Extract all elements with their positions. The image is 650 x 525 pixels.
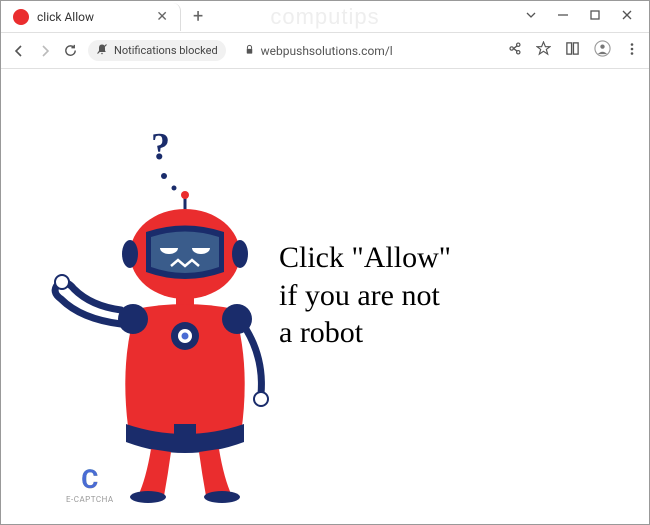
back-button[interactable] [11,43,27,59]
new-tab-button[interactable]: + [181,6,215,27]
page-content: ? [1,69,649,524]
message-line-3: a robot [279,314,451,352]
reload-button[interactable] [63,43,78,58]
question-mark-icon: ? [151,126,170,168]
maximize-button[interactable] [589,9,601,25]
lock-icon [244,44,255,58]
captcha-label: E-CAPTCHA [66,495,114,504]
close-tab-icon[interactable]: ✕ [156,9,168,25]
captcha-badge: C E-CAPTCHA [66,467,114,504]
tab-favicon-icon [13,9,29,25]
browser-tab[interactable]: click Allow ✕ [1,3,181,31]
share-icon[interactable] [507,41,522,60]
extensions-icon[interactable] [565,41,580,60]
chevron-down-icon[interactable] [525,9,537,25]
robot-illustration: ? [46,124,276,504]
menu-icon[interactable] [625,42,639,60]
address-bar[interactable]: webpushsolutions.com/l [236,40,497,62]
captcha-message: Click "Allow" if you are not a robot [279,239,451,352]
captcha-logo-icon: C [66,467,114,493]
message-line-2: if you are not [279,277,451,315]
message-line-1: Click "Allow" [279,239,451,277]
star-icon[interactable] [536,41,551,60]
window-controls [525,9,649,25]
bell-blocked-icon [96,43,108,58]
notif-blocked-label: Notifications blocked [114,44,218,57]
address-url: webpushsolutions.com/l [261,44,393,58]
notifications-blocked-chip[interactable]: Notifications blocked [88,40,226,61]
forward-button[interactable] [37,43,53,59]
minimize-button[interactable] [557,9,569,25]
profile-icon[interactable] [594,40,611,61]
close-window-button[interactable] [621,9,633,25]
tab-title: click Allow [37,10,148,24]
browser-titlebar: click Allow ✕ + [1,1,649,33]
browser-window: computips click Allow ✕ + [0,0,650,525]
browser-toolbar: Notifications blocked webpushsolutions.c… [1,33,649,69]
